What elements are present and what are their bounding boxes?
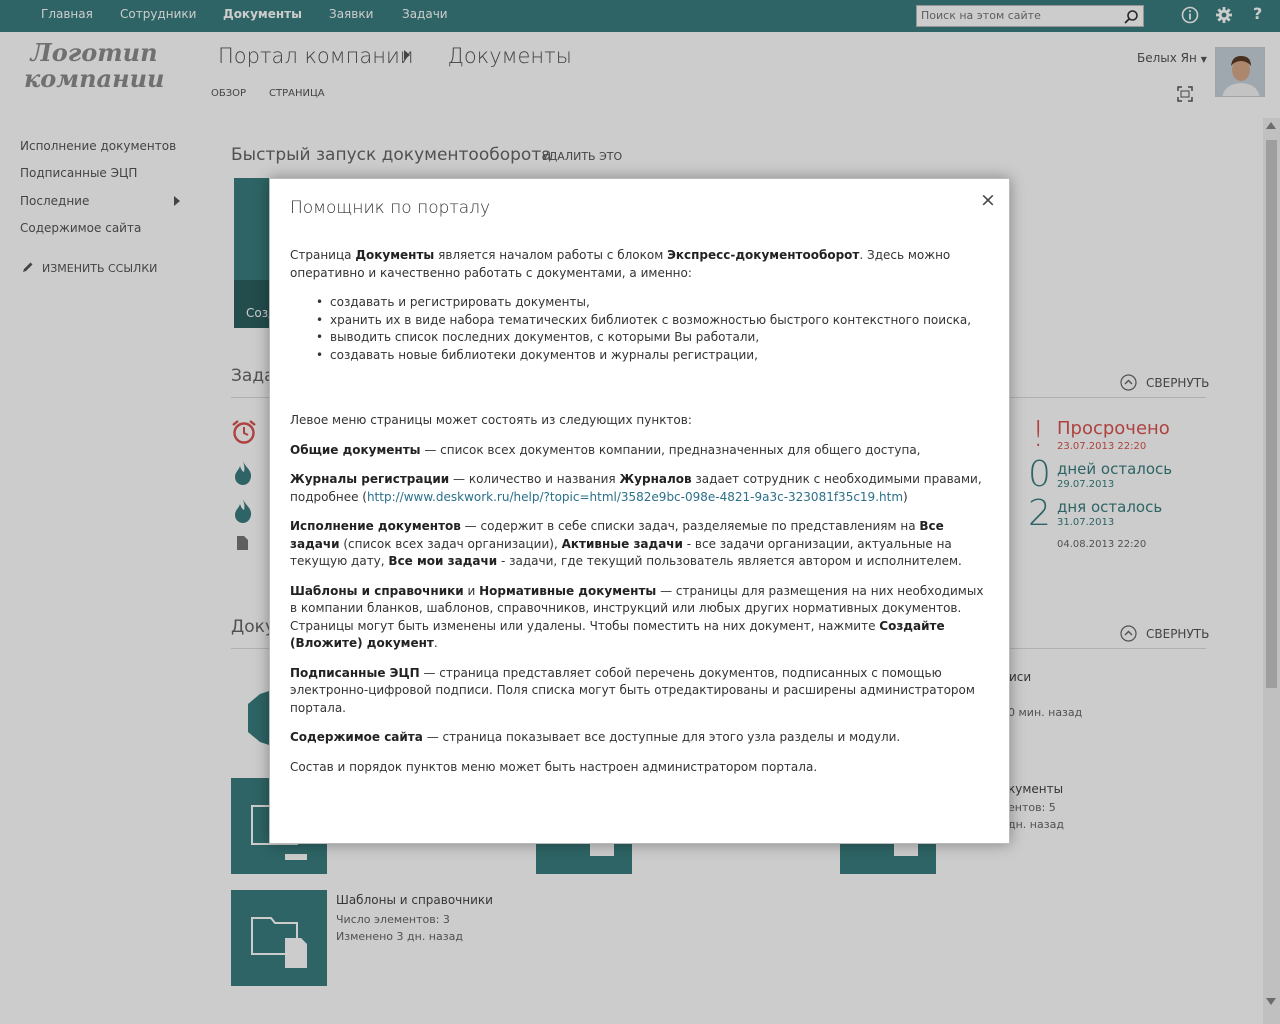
portal-assistant-dialog: Помощник по порталу × Страница Документы… xyxy=(269,178,1010,844)
feature-list: создавать и регистрировать документы, хр… xyxy=(290,294,990,364)
list-item: выводить список последних документов, с … xyxy=(316,329,990,347)
intro-paragraph: Страница Документы является началом рабо… xyxy=(290,248,951,280)
footer-paragraph: Состав и порядок пунктов меню может быть… xyxy=(290,759,818,774)
list-item: создавать и регистрировать документы, xyxy=(316,294,990,312)
site-contents-paragraph: Содержимое сайта — страница показывает в… xyxy=(290,730,901,744)
templates-paragraph: Шаблоны и справочники и Нормативные доку… xyxy=(290,583,984,651)
document-execution-paragraph: Исполнение документов — содержит в себе … xyxy=(290,519,962,568)
dialog-body: Страница Документы является началом рабо… xyxy=(290,247,990,788)
registration-journals-paragraph: Журналы регистрации — количество и назва… xyxy=(290,472,982,504)
menu-intro-paragraph: Левое меню страницы может состоять из сл… xyxy=(290,413,692,427)
list-item: создавать новые библиотеки документов и … xyxy=(316,347,990,365)
list-item: хранить их в виде набора тематических би… xyxy=(316,312,990,330)
help-link[interactable]: http://www.deskwork.ru/help/?topic=html/… xyxy=(367,490,903,504)
signed-eds-paragraph: Подписанные ЭЦП — страница представляет … xyxy=(290,665,975,715)
close-icon[interactable]: × xyxy=(980,189,996,211)
dialog-title: Помощник по порталу xyxy=(290,198,491,218)
general-documents-paragraph: Общие документы — список всех документов… xyxy=(290,442,921,457)
